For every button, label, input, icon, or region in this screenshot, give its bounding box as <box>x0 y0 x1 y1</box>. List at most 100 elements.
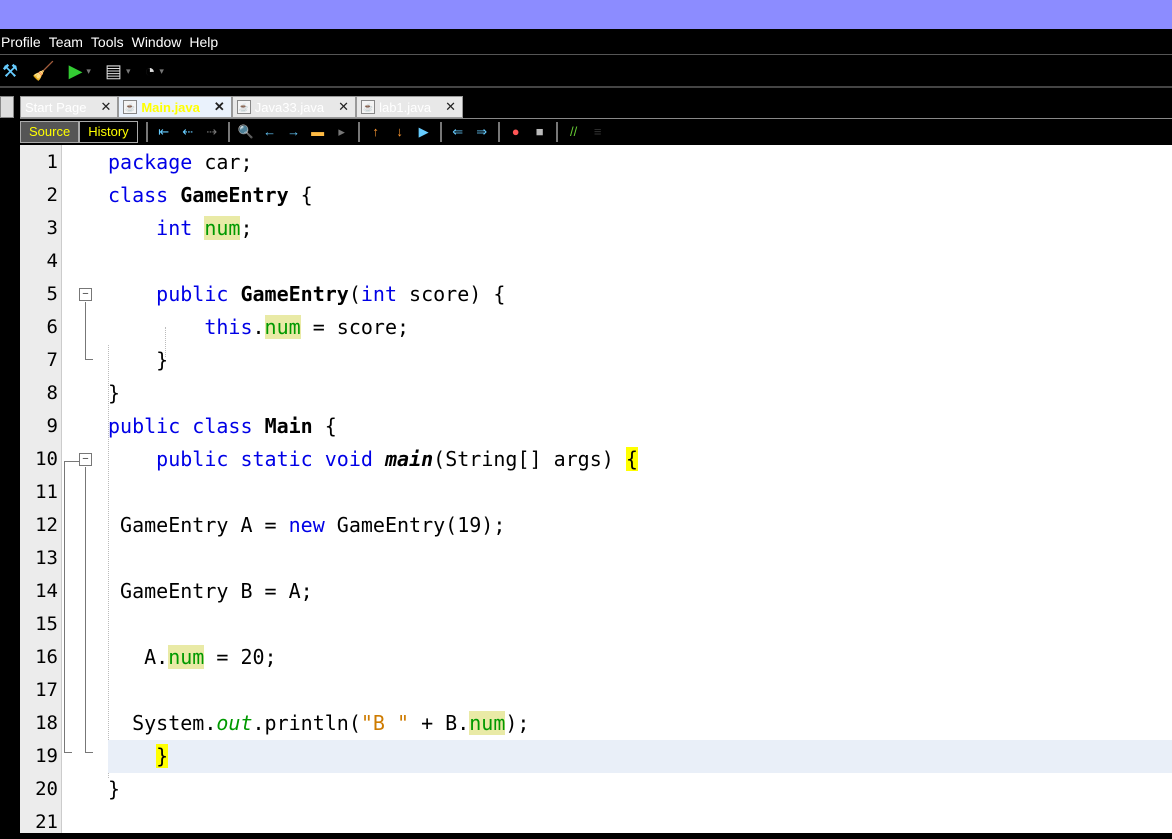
find-icon[interactable]: 🔍 <box>238 124 254 140</box>
run-dropdown-icon[interactable]: ▾ <box>86 66 91 77</box>
line-number: 19 <box>35 745 58 767</box>
tab-lab1-java[interactable]: ☕ lab1.java ✕ <box>356 96 464 118</box>
code-line[interactable]: } <box>108 773 1172 806</box>
menu-bar: Profile Team Tools Window Help <box>0 29 1172 55</box>
token-st: out <box>216 711 253 735</box>
menu-team[interactable]: Team <box>48 34 88 50</box>
fold-line <box>85 359 93 360</box>
menu-profile[interactable]: Profile <box>0 34 46 50</box>
comment-icon[interactable]: // <box>566 124 582 139</box>
line-number: 5 <box>46 283 58 305</box>
token-kw: public <box>156 282 229 306</box>
code-line[interactable]: public GameEntry(int score) { <box>108 278 1172 311</box>
code-line[interactable] <box>108 245 1172 278</box>
code-line[interactable]: GameEntry A = new GameEntry(19); <box>108 509 1172 542</box>
tab-label: Java33.java <box>254 99 325 115</box>
debug-dropdown-icon[interactable]: ▾ <box>126 66 131 77</box>
fold-collapse-icon[interactable]: − <box>79 453 92 466</box>
code-line[interactable]: A.num = 20; <box>108 641 1172 674</box>
code-line[interactable] <box>108 476 1172 509</box>
menu-window[interactable]: Window <box>131 34 187 50</box>
clean-build-icon[interactable]: 🧹 <box>32 61 54 82</box>
token: { <box>312 414 337 438</box>
record-macro-icon[interactable]: ● <box>508 124 524 139</box>
fold-collapse-icon[interactable]: − <box>79 288 92 301</box>
shift-right-icon[interactable]: ⇒ <box>474 124 490 140</box>
next-bookmark-icon[interactable]: ↓ <box>392 124 408 139</box>
token: } <box>108 777 121 801</box>
code-line[interactable]: } <box>108 740 1172 773</box>
token: } <box>108 348 169 372</box>
find-next-icon[interactable]: → <box>286 124 302 139</box>
code-line[interactable]: } <box>108 377 1172 410</box>
close-tab-icon[interactable]: ✕ <box>445 99 456 115</box>
line-number: 7 <box>46 349 58 371</box>
fold-line <box>85 752 93 753</box>
previous-bookmark-icon[interactable]: ↑ <box>368 124 384 139</box>
close-tab-icon[interactable]: ✕ <box>338 99 349 115</box>
history-view-button[interactable]: History <box>79 120 138 143</box>
tab-java33-java[interactable]: ☕ Java33.java ✕ <box>231 96 357 118</box>
code-editor[interactable]: 1 2 3 4 5 6 7 8 9 10 11 12 13 14 15 16 17 18 19 20 21 − − pa… <box>20 145 1172 833</box>
separator <box>555 121 558 142</box>
tab-start-page[interactable]: Start Page ✕ <box>20 96 119 118</box>
token-kw: void <box>324 447 373 471</box>
code-line[interactable] <box>108 608 1172 641</box>
code-line[interactable]: class GameEntry { <box>108 179 1172 212</box>
close-tab-icon[interactable]: ✕ <box>214 99 225 115</box>
token-fld: num <box>469 711 506 735</box>
source-view-button[interactable]: Source <box>20 120 80 143</box>
main-toolbar: ⚒ 🧹 ▶ ▾ ▤ ▾ ◔ ▾ <box>0 56 1172 88</box>
minimize-button[interactable] <box>0 96 14 118</box>
close-tab-icon[interactable]: ✕ <box>100 99 111 115</box>
stop-macro-icon[interactable]: ■ <box>532 124 548 139</box>
profile-icon[interactable]: ◔ <box>144 61 155 82</box>
toggle-bookmark-icon[interactable]: ▶ <box>416 124 432 140</box>
code-line[interactable]: public class Main { <box>108 410 1172 443</box>
last-edit-icon[interactable]: ⇤ <box>156 124 172 140</box>
line-number: 6 <box>46 316 58 338</box>
back-icon[interactable]: ⇠ <box>180 124 196 140</box>
line-number: 8 <box>46 382 58 404</box>
code-line[interactable]: package car; <box>108 146 1172 179</box>
fold-line <box>85 467 86 752</box>
debug-icon[interactable]: ▤ <box>105 61 122 82</box>
line-number: 1 <box>46 151 58 173</box>
token: ( <box>348 282 361 306</box>
code-line[interactable]: public static void main(String[] args) { <box>108 443 1172 476</box>
line-number: 10 <box>35 448 58 470</box>
uncomment-icon[interactable]: ≡ <box>590 124 606 139</box>
code-line[interactable]: System.out.println("B " + B.num); <box>108 707 1172 740</box>
code-line[interactable]: GameEntry B = A; <box>108 575 1172 608</box>
java-file-icon: ☕ <box>123 100 138 114</box>
line-number: 14 <box>35 580 58 602</box>
token: car; <box>192 150 253 174</box>
profile-dropdown-icon[interactable]: ▾ <box>159 66 164 77</box>
code-line[interactable]: int num; <box>108 212 1172 245</box>
code-line[interactable]: this.num = score; <box>108 311 1172 344</box>
token-str: "B " <box>360 711 410 735</box>
line-number: 18 <box>35 712 58 734</box>
code-line[interactable] <box>108 806 1172 839</box>
tab-label: lab1.java <box>379 99 432 115</box>
menu-tools[interactable]: Tools <box>90 34 129 50</box>
toggle-highlight-icon[interactable]: ▬ <box>310 124 326 139</box>
editor-toolbar: Source History ⇤ ⇠ ⇢ 🔍 ← → ▬ ▸ ↑ ↓ ▶ ⇐ ⇒… <box>20 118 1172 144</box>
separator <box>145 121 148 142</box>
code-line[interactable] <box>108 674 1172 707</box>
code-line[interactable]: } <box>108 344 1172 377</box>
token-br: } <box>156 744 169 768</box>
run-icon[interactable]: ▶ <box>69 61 83 82</box>
find-previous-icon[interactable]: ← <box>262 124 278 139</box>
code-line[interactable] <box>108 542 1172 575</box>
forward-icon[interactable]: ⇢ <box>204 124 220 140</box>
menu-help[interactable]: Help <box>188 34 223 50</box>
build-hammer-icon[interactable]: ⚒ <box>2 61 18 82</box>
token-fld: num <box>168 645 205 669</box>
tab-main-java[interactable]: ☕ Main.java ✕ <box>118 96 232 118</box>
shift-left-icon[interactable]: ⇐ <box>450 124 466 140</box>
more-icon[interactable]: ▸ <box>334 124 350 140</box>
